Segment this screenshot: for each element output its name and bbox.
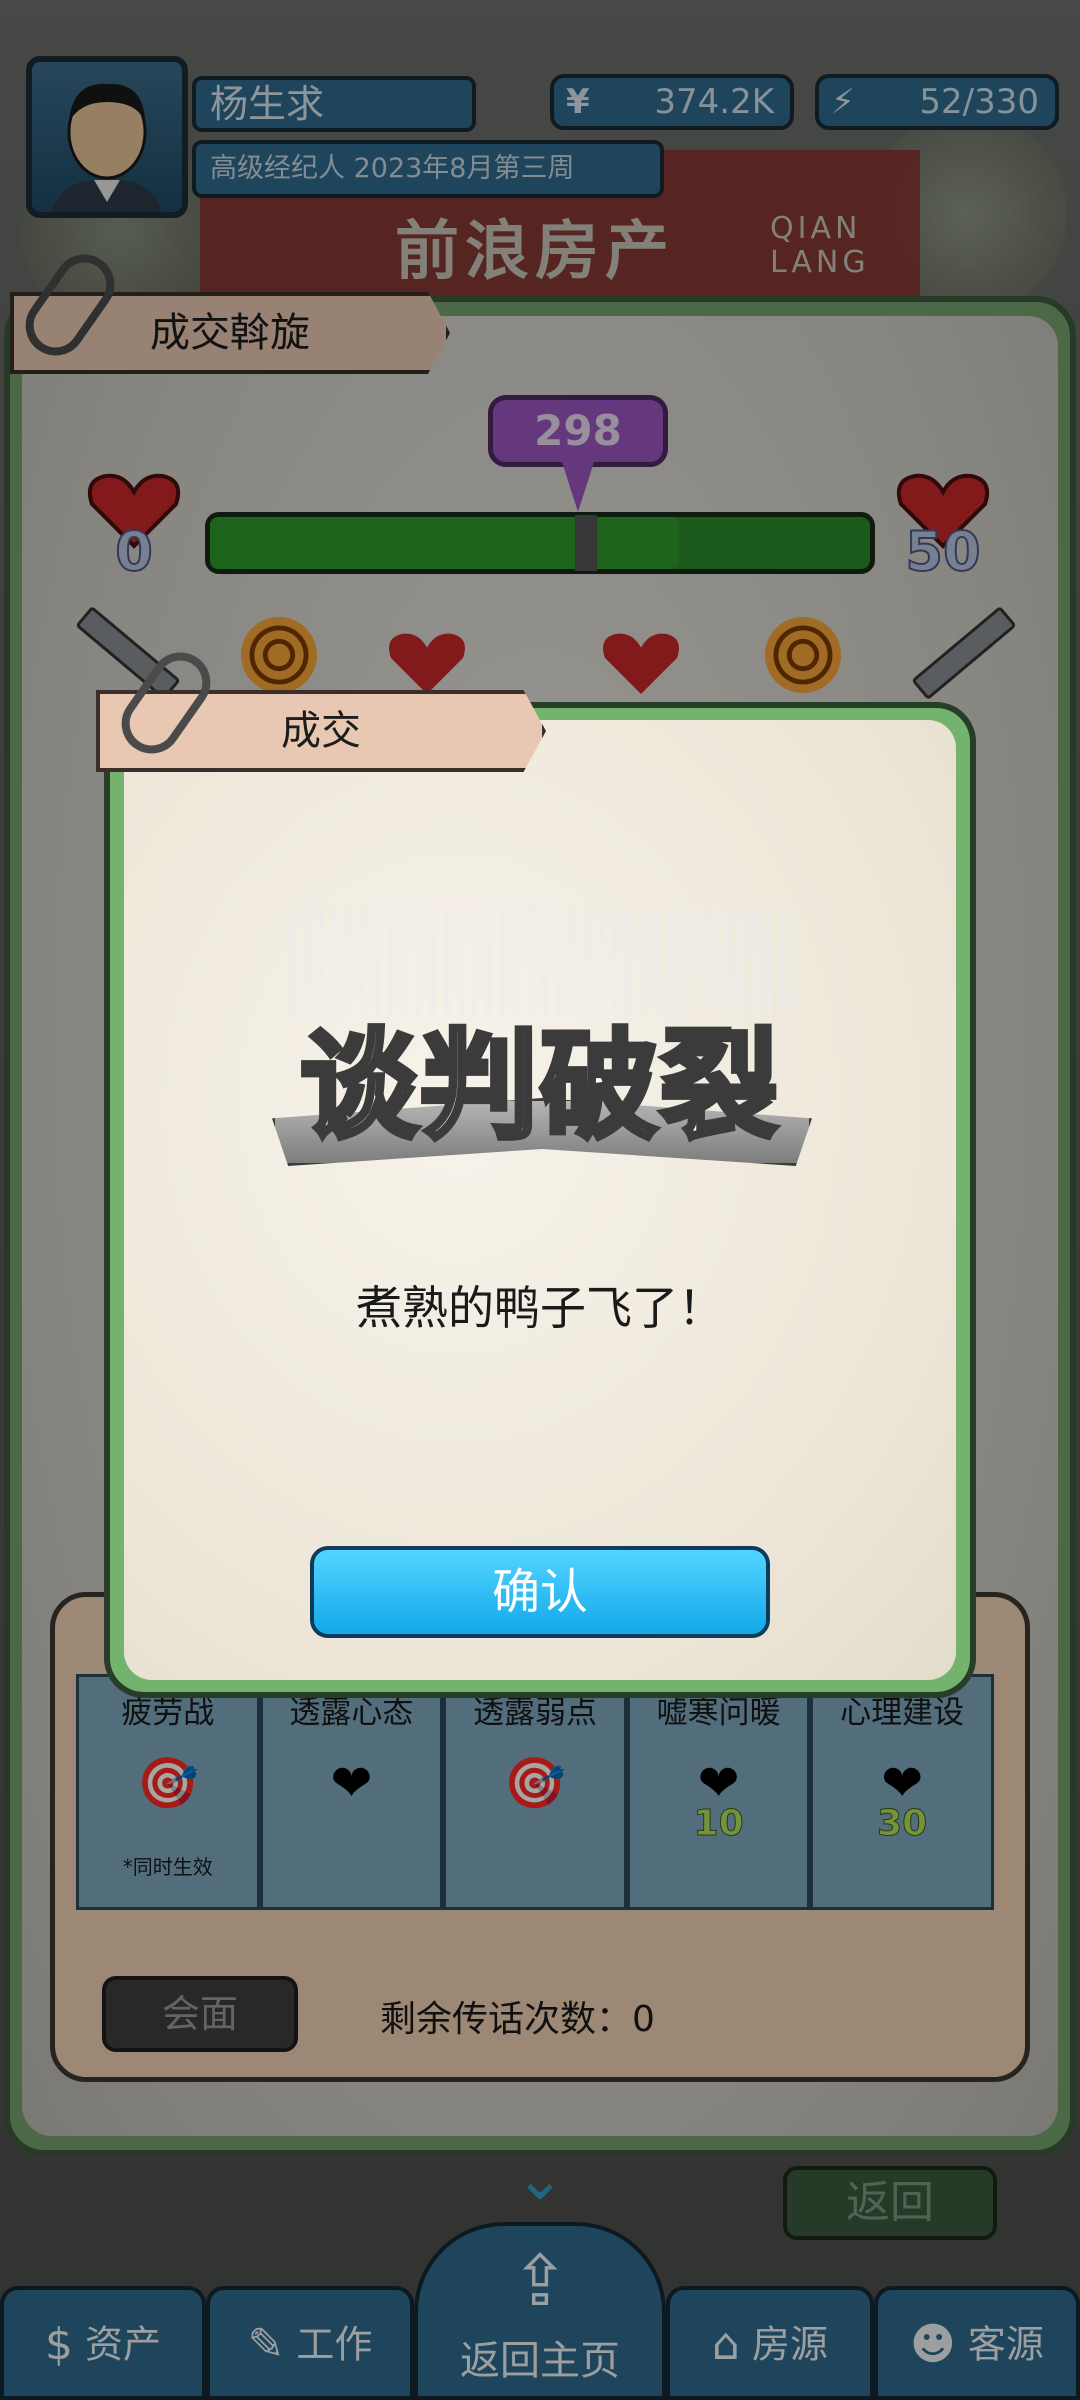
dialog-message: 煮熟的鸭子飞了！: [356, 1281, 724, 1335]
dialog-headline: 谈判破裂: [297, 1015, 780, 1158]
confirm-button[interactable]: 确认: [310, 1546, 770, 1638]
result-dialog-body: [124, 720, 956, 1680]
